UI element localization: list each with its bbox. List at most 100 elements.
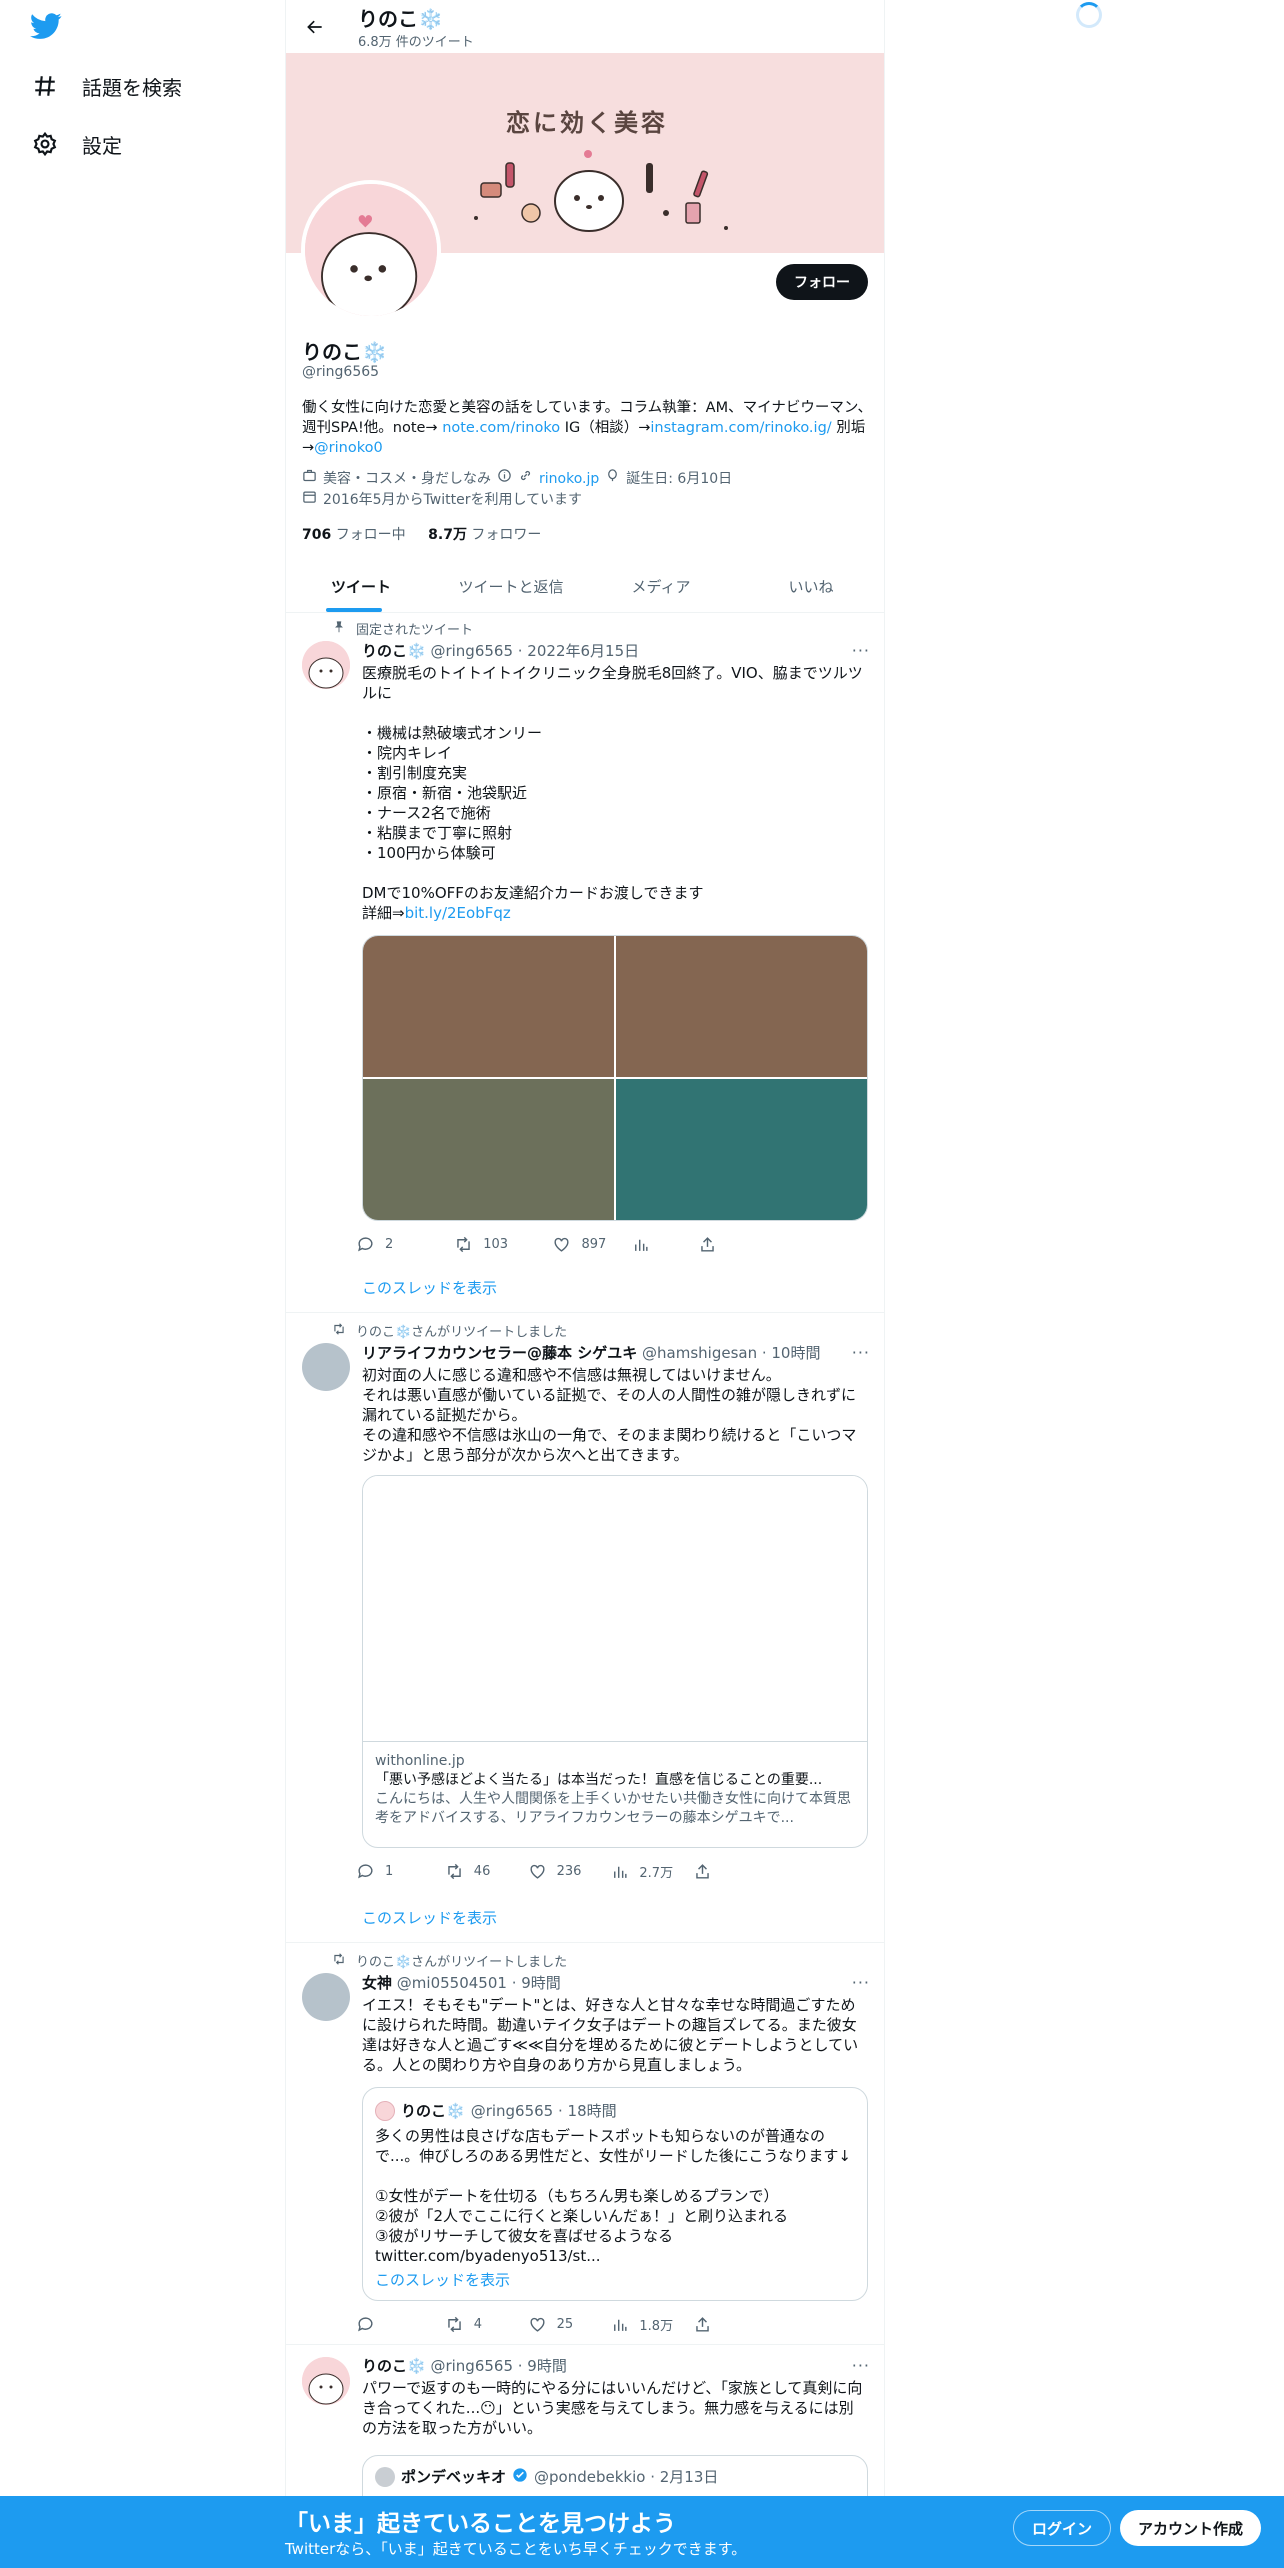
card-domain: withonline.jp (375, 1753, 465, 1769)
show-thread-link[interactable]: このスレッドを表示 (362, 1277, 497, 1298)
media-image-3[interactable] (363, 1079, 614, 1220)
more-icon[interactable]: ··· (852, 1343, 870, 1362)
more-icon[interactable]: ··· (852, 1973, 870, 1992)
tweet-retweet-2[interactable]: りのこ❄️さんがリツイートしました 女神 @mi05504501 · 9時間 ·… (286, 1943, 884, 2345)
tweet-retweet-1[interactable]: りのこ❄️さんがリツイートしました リアライフカウンセラー@藤本 シゲユキ @h… (286, 1313, 884, 1943)
balloon-icon (605, 468, 620, 489)
tweet-media-grid[interactable] (362, 935, 868, 1221)
signup-banner: 「いま」起きていることを見つけよう Twitterなら、「いま」起きていることを… (0, 2496, 1284, 2568)
profile-header: りのこ❄️ 6.8万 件のツイート (286, 0, 884, 53)
heart-icon (530, 2317, 545, 2332)
share-button[interactable] (698, 1235, 776, 1254)
reply-count: 2 (385, 1237, 394, 1252)
heart-icon (530, 1864, 545, 1879)
profile-bio: 働く女性に向けた恋愛と美容の話をしています。コラム執筆：AM、マイナビウーマン、… (302, 398, 872, 458)
tweet-avatar[interactable] (302, 641, 350, 689)
tweet-meta[interactable]: @mi05504501 · 9時間 (397, 1974, 561, 1992)
profile-name: りのこ❄️ (302, 340, 387, 364)
signup-button[interactable]: アカウント作成 (1120, 2510, 1262, 2546)
tweet-meta[interactable]: @ring6565 · 2022年6月15日 (430, 642, 639, 660)
tweet-meta[interactable]: @ring6565 · 9時間 (430, 2357, 566, 2375)
views-button[interactable]: 2.7万 (610, 1862, 693, 1881)
retweet-button[interactable]: 4 (445, 2315, 528, 2334)
tweet-author-name[interactable]: りのこ❄️ (362, 2357, 426, 2375)
nav-explore[interactable]: 話題を検索 (30, 71, 182, 101)
following-count: 706 (302, 527, 332, 543)
share-button[interactable] (693, 2315, 776, 2334)
tab-likes[interactable]: いいね (736, 560, 884, 612)
tweet-link[interactable]: bit.ly/2EobFqz (405, 904, 511, 922)
quote-author-name: りのこ❄️ (401, 2102, 465, 2120)
following-link[interactable]: 706 フォロー中 (302, 527, 406, 543)
like-count: 897 (581, 1237, 607, 1252)
bio-link-note[interactable]: note.com/rinoko (442, 420, 560, 436)
media-image-2[interactable] (616, 936, 867, 1077)
tweet-header: リアライフカウンセラー@藤本 シゲユキ @hamshigesan · 10時間 (362, 1342, 820, 1363)
share-button[interactable] (693, 1862, 776, 1881)
verified-badge-icon (512, 2467, 528, 2487)
briefcase-icon (302, 468, 317, 489)
retweeted-by-label[interactable]: りのこ❄️さんがリツイートしました (356, 1321, 567, 1340)
tweet-avatar[interactable] (302, 2357, 350, 2405)
retweet-icon (448, 1863, 461, 1880)
tweet-author-name[interactable]: りのこ❄️ (362, 642, 426, 660)
retweet-button[interactable]: 103 (454, 1235, 532, 1254)
tweet-avatar[interactable] (302, 1973, 350, 2021)
nav-explore-label: 話題を検索 (82, 75, 182, 100)
login-button[interactable]: ログイン (1013, 2510, 1112, 2546)
bio-text-2: IG（相談）→ (560, 420, 651, 436)
analytics-icon (634, 1239, 648, 1251)
profile-category: 美容・コスメ・身だしなみ (323, 470, 491, 487)
reply-button[interactable]: 1 (356, 1862, 439, 1881)
more-icon[interactable]: ··· (852, 2356, 870, 2375)
views-button[interactable] (631, 1235, 698, 1254)
link-card[interactable]: withonline.jp 「悪い予感ほどよく当たる」は本当だった！直感を信じる… (362, 1475, 868, 1848)
media-image-1[interactable] (363, 936, 614, 1077)
retweeted-by-label[interactable]: りのこ❄️さんがリツイートしました (356, 1951, 567, 1970)
tab-media[interactable]: メディア (586, 560, 736, 612)
like-button[interactable]: 25 (528, 2315, 611, 2334)
tweet-author-name[interactable]: 女神 (362, 1974, 392, 1992)
retweet-icon (448, 2316, 461, 2333)
pin-icon (332, 620, 346, 638)
profile-handle: @ring6565 (302, 364, 380, 380)
quote-header: ポンデベッキオ @pondebekkio · 2月13日 (375, 2466, 718, 2487)
card-image (363, 1476, 867, 1742)
left-sidebar: 話題を検索 設定 (0, 0, 285, 2568)
follow-button[interactable]: フォロー (776, 264, 868, 300)
info-icon[interactable] (497, 468, 512, 489)
reply-button[interactable]: 2 (356, 1235, 434, 1254)
reply-count: 1 (385, 1864, 394, 1879)
bio-link-alt-account[interactable]: @rinoko0 (314, 440, 383, 456)
tweet-body: イエス！そもそも"デート"とは、好きな人と甘々な幸せな時間過ごすために設けられた… (362, 1996, 859, 2074)
show-thread-link[interactable]: このスレッドを表示 (362, 1907, 497, 1928)
like-button[interactable]: 897 (552, 1235, 630, 1254)
reply-icon (358, 1864, 373, 1879)
more-icon[interactable]: ··· (852, 641, 870, 660)
twitter-logo-icon[interactable] (30, 10, 66, 46)
quote-show-thread-link[interactable]: このスレッドを表示 (375, 2269, 510, 2290)
tweet-meta[interactable]: @hamshigesan · 10時間 (642, 1344, 820, 1362)
profile-website[interactable]: rinoko.jp (539, 469, 599, 489)
followers-link[interactable]: 8.7万 フォロワー (428, 527, 541, 543)
retweet-button[interactable]: 46 (445, 1862, 528, 1881)
tweet-author-name[interactable]: リアライフカウンセラー@藤本 シゲユキ (362, 1344, 637, 1362)
bio-link-instagram[interactable]: instagram.com/rinoko.ig/ (650, 420, 831, 436)
like-button[interactable]: 236 (528, 1862, 611, 1881)
profile-avatar[interactable] (301, 180, 441, 320)
quote-avatar (375, 2100, 395, 2121)
tab-tweets[interactable]: ツイート (286, 560, 436, 612)
view-count: 2.7万 (639, 1866, 674, 1881)
tweet-body: パワーで返すのも一時的にやる分にはいいんだけど、「家族として真剣に向き合ってくれ… (362, 2379, 863, 2437)
tweet-avatar[interactable] (302, 1343, 350, 1391)
tweet-pinned[interactable]: 固定されたツイート りのこ❄️ @ring6565 · 2022年6月15日 ·… (286, 613, 884, 1313)
quoted-tweet[interactable]: りのこ❄️ @ring6565 · 18時間 多くの男性は良さげな店もデートスポ… (362, 2087, 868, 2301)
nav-settings[interactable]: 設定 (30, 129, 122, 159)
back-arrow-icon[interactable] (300, 12, 330, 42)
reply-button[interactable] (356, 2315, 439, 2334)
media-image-4[interactable] (616, 1079, 867, 1220)
heart-icon (554, 1237, 570, 1252)
views-button[interactable]: 1.8万 (610, 2315, 693, 2334)
tab-tweets-and-replies[interactable]: ツイートと返信 (436, 560, 586, 612)
profile-birthday: 誕生日: 6月10日 (626, 470, 733, 487)
